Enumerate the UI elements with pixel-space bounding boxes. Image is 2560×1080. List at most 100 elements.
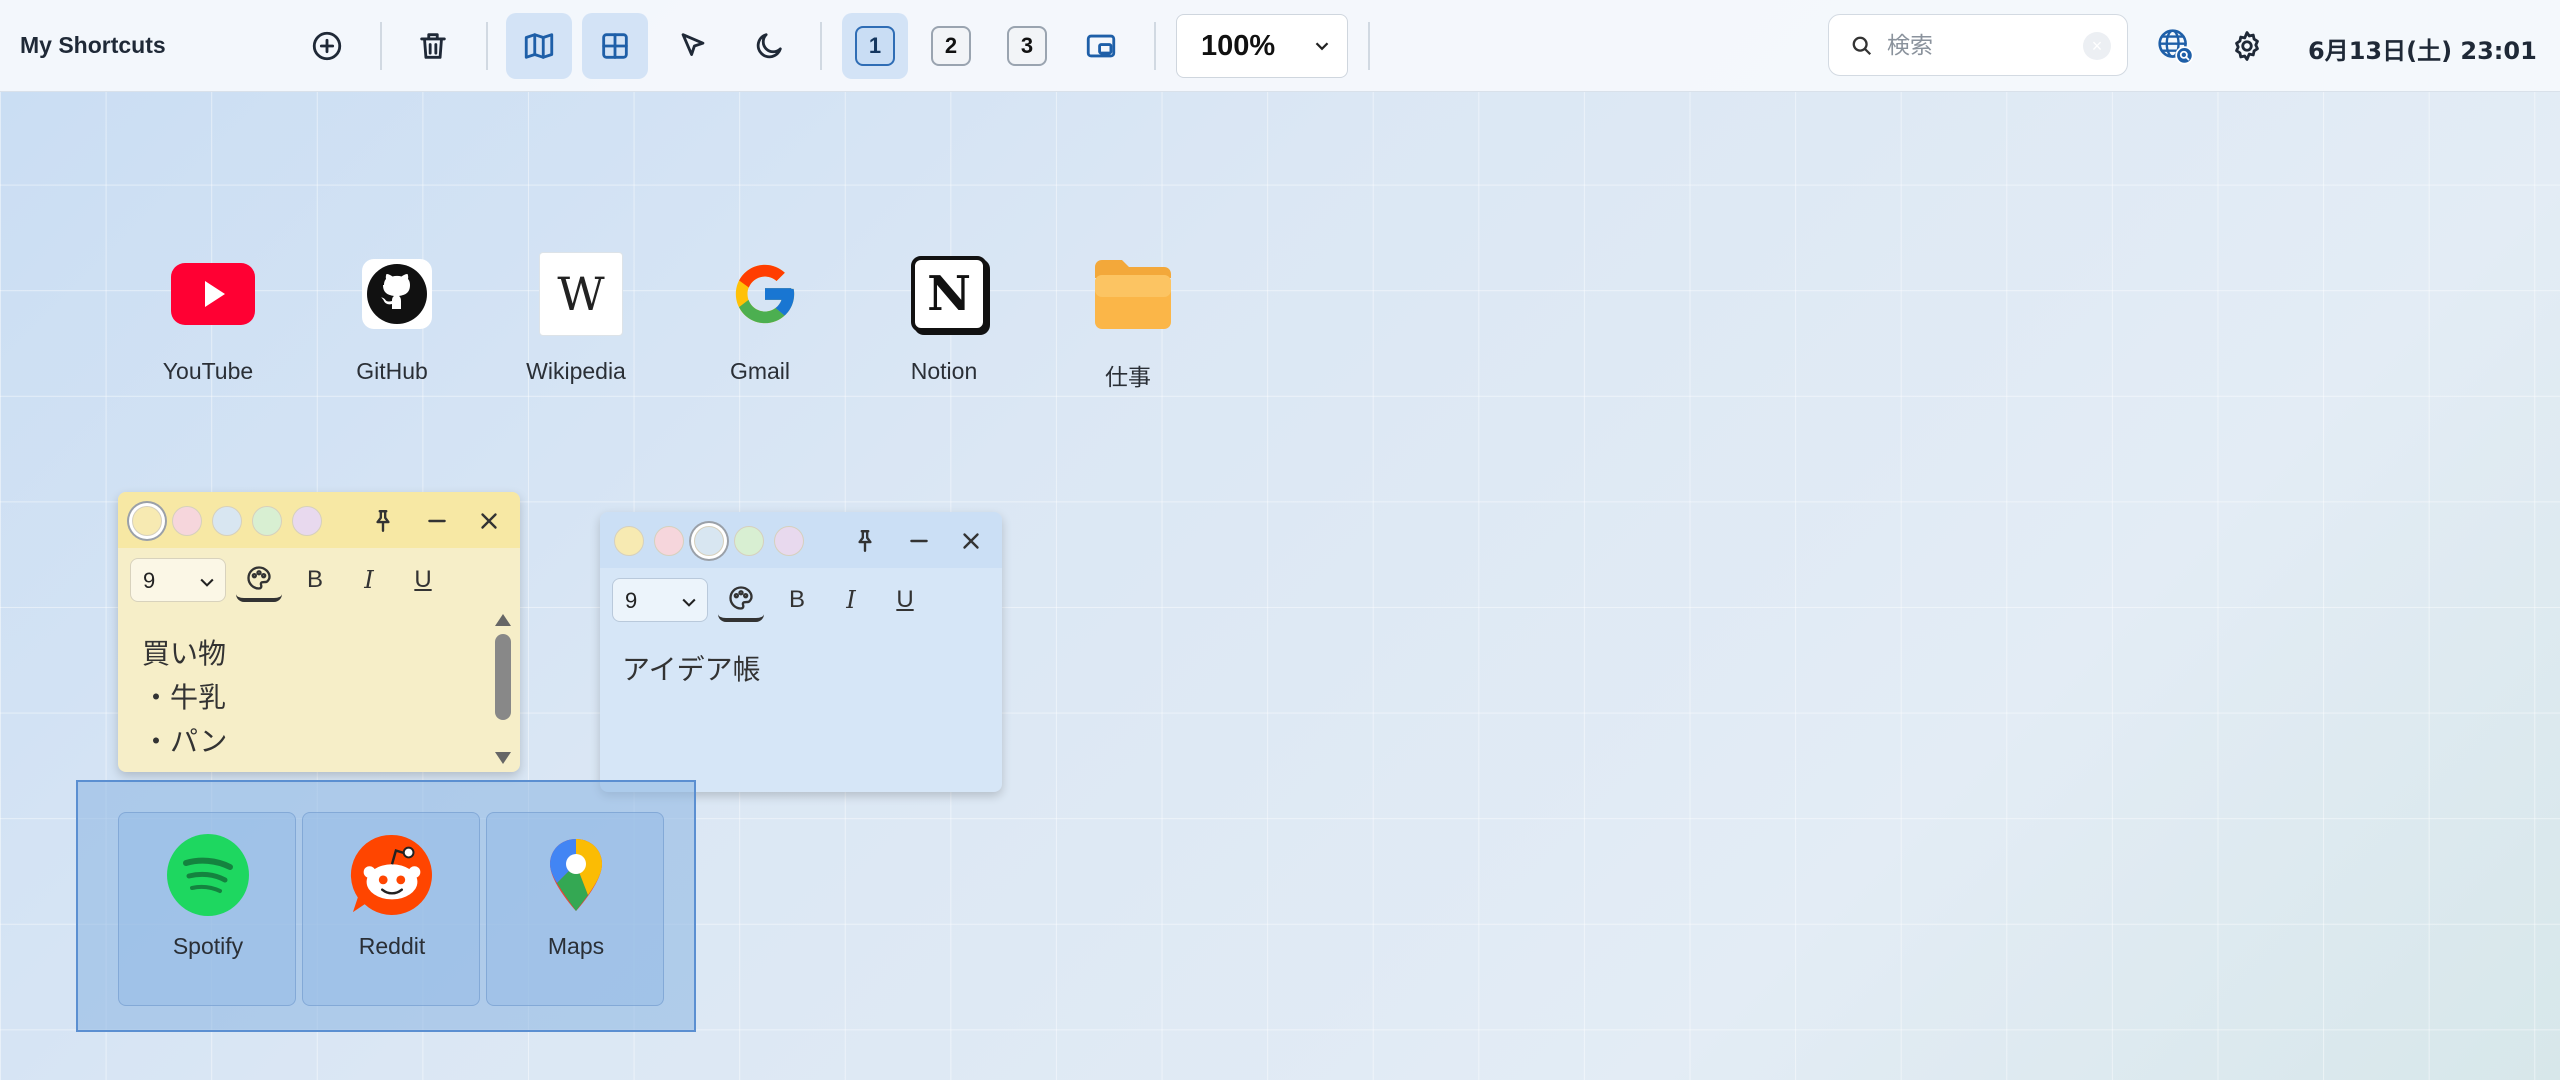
maps-pin-icon <box>534 833 618 917</box>
delete-button[interactable] <box>400 13 466 79</box>
close-note-button[interactable] <box>472 504 506 538</box>
pin-button[interactable] <box>848 524 882 558</box>
bold-button[interactable]: B <box>774 578 820 622</box>
note-content[interactable]: アイデア帳 <box>622 648 761 692</box>
bold-button[interactable]: B <box>292 558 338 602</box>
minimize-button[interactable] <box>902 524 936 558</box>
plus-circle-icon <box>312 31 342 61</box>
underline-button[interactable]: U <box>882 578 928 622</box>
color-swatch-pink[interactable] <box>654 526 684 556</box>
toolbar-divider <box>1368 22 1370 70</box>
notion-icon: N <box>907 252 991 336</box>
text-color-button[interactable] <box>236 558 282 602</box>
map-icon <box>524 33 554 59</box>
font-size-value: 9 <box>625 588 638 613</box>
color-swatch-green[interactable] <box>734 526 764 556</box>
sticky-note[interactable]: 9 B I U 買い物 ・牛乳 ・パン <box>118 492 520 772</box>
underline-button[interactable]: U <box>400 558 446 602</box>
page-2-button[interactable]: 2 <box>931 26 971 66</box>
page-1-button[interactable]: 1 <box>855 26 895 66</box>
font-size-select[interactable]: 9 <box>130 558 226 602</box>
trash-icon <box>420 33 446 59</box>
italic-button[interactable]: I <box>346 558 392 602</box>
shortcut-label: GitHub <box>356 358 428 384</box>
add-button[interactable] <box>294 13 360 79</box>
shortcut-gmail[interactable]: Gmail <box>685 252 835 412</box>
close-icon: × <box>2091 35 2103 56</box>
shortcut-notion[interactable]: N Notion <box>869 252 1019 412</box>
select-tool-button[interactable] <box>660 13 726 79</box>
pin-icon <box>858 530 872 552</box>
color-swatch-blue[interactable] <box>212 506 242 536</box>
pin-icon <box>376 510 390 532</box>
text-color-button[interactable] <box>718 578 764 622</box>
cursor-icon <box>681 33 705 56</box>
chevron-down-icon <box>200 578 214 587</box>
grid-view-button[interactable] <box>582 13 648 79</box>
color-swatch-yellow[interactable] <box>132 506 162 536</box>
google-icon <box>723 252 807 336</box>
color-swatch-yellow[interactable] <box>614 526 644 556</box>
dark-mode-button[interactable] <box>736 13 802 79</box>
italic-button[interactable]: I <box>828 578 874 622</box>
search-input[interactable] <box>1887 29 2067 63</box>
settings-button[interactable] <box>2214 13 2280 79</box>
top-toolbar: My Shortcuts 1 2 3 100% × <box>0 0 2560 92</box>
close-icon <box>481 513 497 529</box>
toolbar-divider <box>820 22 822 70</box>
web-search-button[interactable] <box>2142 13 2208 79</box>
search-icon <box>1852 36 1872 56</box>
color-swatch-purple[interactable] <box>774 526 804 556</box>
shortcut-reddit[interactable]: Reddit <box>302 812 480 1006</box>
shortcut-maps[interactable]: Maps <box>486 812 664 1006</box>
shortcut-label: Maps <box>547 933 605 959</box>
moon-icon <box>756 33 782 59</box>
zoom-select[interactable]: 100% <box>1176 14 1348 78</box>
window-mode-button[interactable] <box>1068 13 1134 79</box>
wikipedia-icon: W <box>539 252 623 336</box>
toolbar-divider <box>380 22 382 70</box>
app-title: My Shortcuts <box>20 32 166 58</box>
youtube-icon <box>171 252 255 336</box>
shortcut-group-selection[interactable]: Spotify Reddit Maps <box>76 780 696 1032</box>
map-view-button[interactable] <box>506 13 572 79</box>
note-scrollbar[interactable] <box>492 612 514 766</box>
shortcut-label: Reddit <box>358 933 426 959</box>
scroll-down-arrow-icon[interactable] <box>495 752 511 764</box>
color-swatch-purple[interactable] <box>292 506 322 536</box>
scroll-up-arrow-icon[interactable] <box>495 614 511 626</box>
pin-button[interactable] <box>366 504 400 538</box>
palette-icon <box>247 566 271 590</box>
sticky-note[interactable]: 9 B I U アイデア帳 <box>600 512 1002 792</box>
shortcut-label: 仕事 <box>1105 365 1151 391</box>
color-swatch-green[interactable] <box>252 506 282 536</box>
folder-icon <box>1091 252 1175 336</box>
shortcut-label: Gmail <box>729 358 791 384</box>
shortcut-youtube[interactable]: YouTube <box>133 252 283 412</box>
clear-search-button[interactable]: × <box>2083 32 2111 60</box>
shortcut-label: Notion <box>910 358 978 384</box>
toolbar-divider <box>486 22 488 70</box>
minus-icon <box>428 519 446 523</box>
close-note-button[interactable] <box>954 524 988 558</box>
color-swatch-pink[interactable] <box>172 506 202 536</box>
close-icon <box>963 533 979 549</box>
shortcut-folder-work[interactable]: 仕事 <box>1053 252 1203 412</box>
color-swatch-blue[interactable] <box>694 526 724 556</box>
scrollbar-thumb[interactable] <box>495 634 511 720</box>
shortcut-github[interactable]: GitHub <box>317 252 467 412</box>
github-icon <box>355 252 439 336</box>
minimize-button[interactable] <box>420 504 454 538</box>
font-size-select[interactable]: 9 <box>612 578 708 622</box>
page-3-button[interactable]: 3 <box>1007 26 1047 66</box>
shortcut-label: YouTube <box>162 358 254 384</box>
font-size-value: 9 <box>143 568 156 593</box>
shortcut-wikipedia[interactable]: W Wikipedia <box>501 252 651 412</box>
grid-icon <box>602 33 628 59</box>
shortcut-label: Wikipedia <box>526 358 626 384</box>
note-content[interactable]: 買い物 ・牛乳 ・パン <box>142 632 227 764</box>
shortcut-label: Spotify <box>172 933 244 959</box>
note-toolbar: 9 B I U <box>118 548 520 604</box>
chevron-down-icon <box>1315 42 1329 51</box>
shortcut-spotify[interactable]: Spotify <box>118 812 296 1006</box>
